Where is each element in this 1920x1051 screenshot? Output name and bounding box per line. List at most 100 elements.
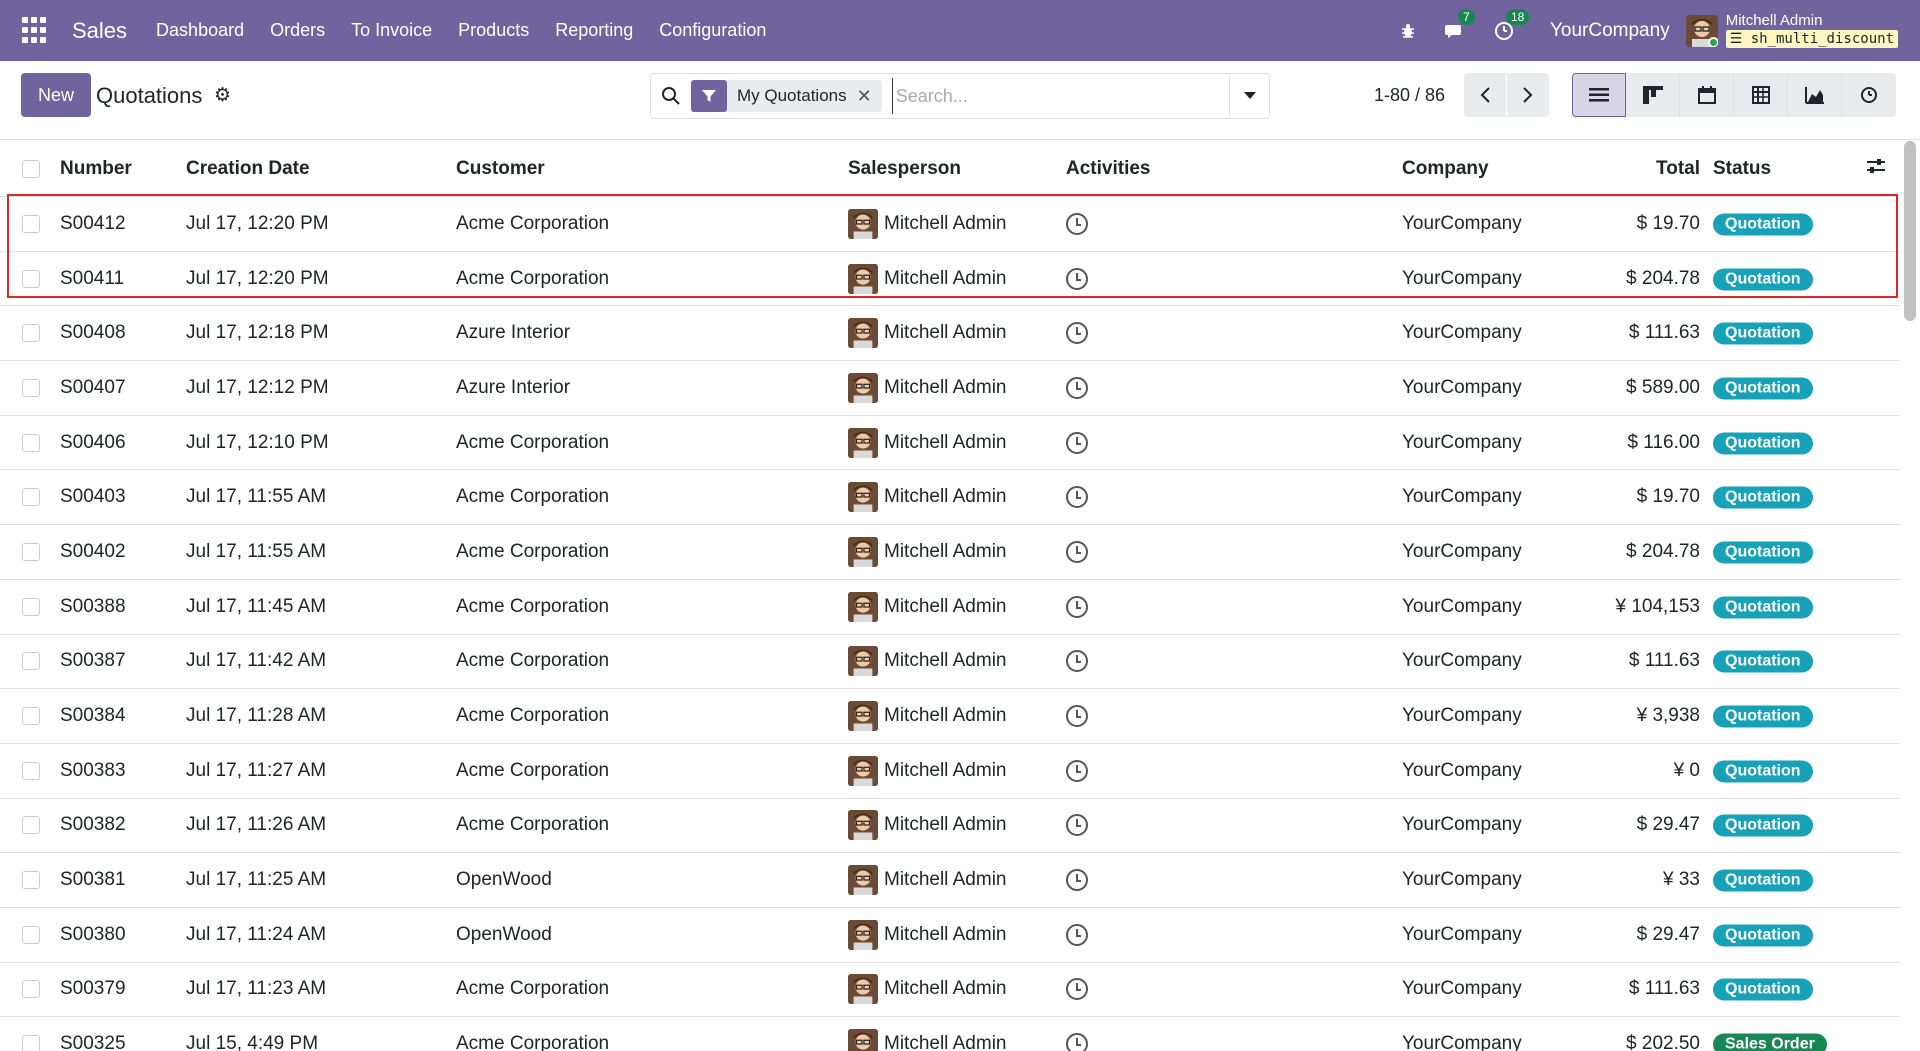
company-switcher[interactable]: YourCompany	[1550, 20, 1670, 42]
table-row[interactable]: S00384 Jul 17, 11:28 AM Acme Corporation Mi…	[0, 689, 1900, 744]
select-all-checkbox[interactable]	[22, 159, 40, 178]
pivot-view-button[interactable]	[1734, 73, 1788, 117]
table-row[interactable]: S00379 Jul 17, 11:23 AM Acme Corporation Mi…	[0, 963, 1900, 1018]
remove-facet-close-icon[interactable]: ✕	[857, 86, 882, 107]
debug-bug-icon[interactable]	[1396, 19, 1420, 43]
row-checkbox[interactable]	[22, 1035, 40, 1051]
column-header-creation-date[interactable]: Creation Date	[186, 158, 310, 180]
user-menu[interactable]: Mitchell Admin ☰ sh_multi_discount	[1725, 13, 1898, 48]
table-row[interactable]: S00407 Jul 17, 12:12 PM Azure Interior Mitc…	[0, 361, 1900, 416]
row-checkbox[interactable]	[22, 925, 40, 944]
table-row[interactable]: S00408 Jul 17, 12:18 PM Azure Interior Mitc…	[0, 306, 1900, 362]
activity-view-button[interactable]	[1842, 73, 1896, 117]
kanban-view-button[interactable]	[1626, 73, 1680, 117]
pager-next-button[interactable]	[1507, 73, 1549, 117]
salesperson[interactable]: Mitchell Admin	[848, 591, 1007, 622]
calendar-view-button[interactable]	[1680, 73, 1734, 117]
column-header-salesperson[interactable]: Salesperson	[848, 158, 961, 180]
salesperson[interactable]: Mitchell Admin	[848, 701, 1007, 732]
list-view-button[interactable]	[1572, 73, 1626, 117]
salesperson[interactable]: Mitchell Admin	[848, 865, 1007, 896]
row-checkbox[interactable]	[22, 871, 40, 890]
activity-clock-icon[interactable]	[1066, 705, 1088, 728]
menu-configuration[interactable]: Configuration	[646, 20, 779, 41]
row-checkbox[interactable]	[22, 433, 40, 452]
activity-clock-icon[interactable]	[1066, 322, 1088, 345]
salesperson[interactable]: Mitchell Admin	[848, 318, 1007, 349]
row-checkbox[interactable]	[22, 542, 40, 561]
salesperson[interactable]: Mitchell Admin	[848, 974, 1007, 1005]
salesperson[interactable]: Mitchell Admin	[848, 482, 1007, 513]
activity-clock-icon[interactable]	[1066, 923, 1088, 946]
row-checkbox[interactable]	[22, 980, 40, 999]
menu-reporting[interactable]: Reporting	[542, 20, 646, 41]
salesperson[interactable]: Mitchell Admin	[848, 755, 1007, 786]
activity-clock-icon[interactable]	[1066, 1033, 1088, 1051]
table-row[interactable]: S00403 Jul 17, 11:55 AM Acme Corporation Mi…	[0, 470, 1900, 526]
table-row[interactable]: S00402 Jul 17, 11:55 AM Acme Corporation Mi…	[0, 525, 1900, 580]
list-scrollbar[interactable]	[1904, 141, 1916, 321]
row-checkbox[interactable]	[22, 707, 40, 726]
table-row[interactable]: S00412 Jul 17, 12:20 PM Acme Corporation Mi…	[0, 197, 1900, 252]
activity-clock-icon[interactable]	[1066, 595, 1088, 618]
app-brand[interactable]: Sales	[72, 18, 127, 44]
column-header-company[interactable]: Company	[1402, 158, 1489, 180]
salesperson[interactable]: Mitchell Admin	[848, 536, 1007, 567]
table-row[interactable]: S00383 Jul 17, 11:27 AM Acme Corporation Mi…	[0, 744, 1900, 799]
salesperson[interactable]: Mitchell Admin	[848, 1029, 1007, 1051]
messages-icon[interactable]: 7	[1444, 8, 1475, 43]
user-avatar[interactable]	[1685, 14, 1718, 47]
column-header-status[interactable]: Status	[1713, 158, 1771, 180]
salesperson[interactable]: Mitchell Admin	[848, 427, 1007, 458]
activity-clock-icon[interactable]	[1066, 650, 1088, 673]
pager-value[interactable]: 1-80 / 86	[1374, 85, 1445, 106]
activity-clock-icon[interactable]	[1066, 814, 1088, 837]
column-header-activities[interactable]: Activities	[1066, 158, 1150, 180]
salesperson[interactable]: Mitchell Admin	[848, 208, 1007, 239]
apps-menu-icon[interactable]	[22, 16, 50, 45]
search-input[interactable]	[891, 78, 1192, 114]
table-row[interactable]: S00406 Jul 17, 12:10 PM Acme Corporation Mi…	[0, 416, 1900, 471]
activity-clock-icon[interactable]	[1066, 212, 1088, 235]
row-checkbox[interactable]	[22, 652, 40, 671]
row-checkbox[interactable]	[22, 761, 40, 780]
row-checkbox[interactable]	[22, 269, 40, 288]
column-header-number[interactable]: Number	[60, 158, 132, 180]
activity-clock-icon[interactable]	[1066, 486, 1088, 509]
graph-view-button[interactable]	[1788, 73, 1842, 117]
salesperson[interactable]: Mitchell Admin	[848, 263, 1007, 294]
row-checkbox[interactable]	[22, 214, 40, 233]
activity-clock-icon[interactable]	[1066, 540, 1088, 563]
row-checkbox[interactable]	[22, 816, 40, 835]
activity-clock-icon[interactable]	[1066, 869, 1088, 892]
table-row[interactable]: S00388 Jul 17, 11:45 AM Acme Corporation Mi…	[0, 580, 1900, 635]
pager-previous-button[interactable]	[1464, 73, 1506, 117]
new-button[interactable]: New	[21, 73, 91, 117]
activity-clock-icon[interactable]	[1066, 431, 1088, 454]
table-row[interactable]: S00325 Jul 15, 4:49 PM Acme Corporation Mit…	[0, 1017, 1900, 1051]
salesperson[interactable]: Mitchell Admin	[848, 646, 1007, 677]
table-row[interactable]: S00380 Jul 17, 11:24 AM OpenWood Mitchell A…	[0, 908, 1900, 963]
activity-clock-icon[interactable]	[1066, 267, 1088, 290]
table-row[interactable]: S00381 Jul 17, 11:25 AM OpenWood Mitchell A…	[0, 853, 1900, 908]
row-checkbox[interactable]	[22, 597, 40, 616]
gear-icon[interactable]: ⚙	[214, 84, 231, 107]
menu-dashboard[interactable]: Dashboard	[143, 20, 257, 41]
salesperson[interactable]: Mitchell Admin	[848, 372, 1007, 403]
salesperson[interactable]: Mitchell Admin	[848, 919, 1007, 950]
activities-clock-icon[interactable]: 18	[1492, 8, 1530, 43]
search-options-toggle[interactable]	[1229, 74, 1269, 118]
optional-columns-sliders-icon[interactable]	[1866, 157, 1886, 181]
activity-clock-icon[interactable]	[1066, 376, 1088, 399]
table-row[interactable]: S00387 Jul 17, 11:42 AM Acme Corporation Mi…	[0, 635, 1900, 690]
row-checkbox[interactable]	[22, 488, 40, 507]
column-header-total[interactable]: Total	[1656, 158, 1700, 180]
column-header-customer[interactable]: Customer	[456, 158, 545, 180]
table-row[interactable]: S00382 Jul 17, 11:26 AM Acme Corporation Mi…	[0, 799, 1900, 854]
menu-products[interactable]: Products	[445, 20, 542, 41]
menu-to-invoice[interactable]: To Invoice	[338, 20, 445, 41]
activity-clock-icon[interactable]	[1066, 759, 1088, 782]
row-checkbox[interactable]	[22, 378, 40, 397]
table-row[interactable]: S00411 Jul 17, 12:20 PM Acme Corporation Mi…	[0, 252, 1900, 307]
activity-clock-icon[interactable]	[1066, 978, 1088, 1001]
